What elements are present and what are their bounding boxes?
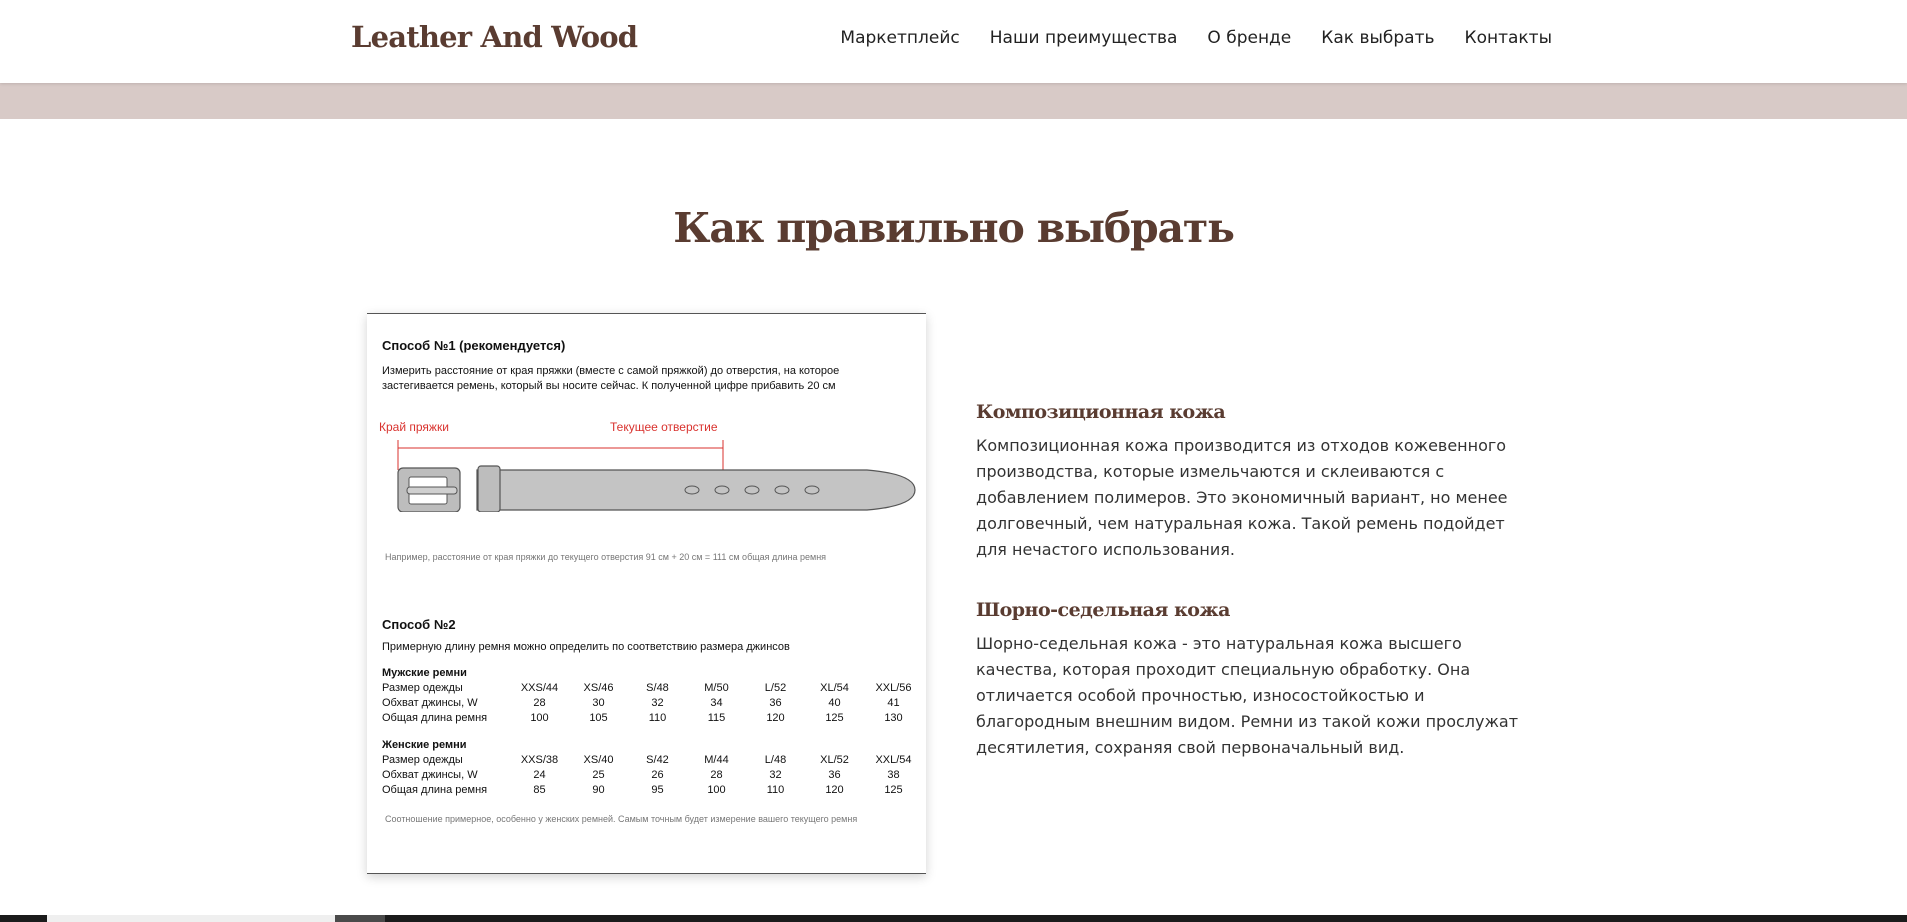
- nav-advantages[interactable]: Наши преимущества: [990, 28, 1178, 48]
- women-table-caption: Женские ремни: [382, 738, 467, 751]
- men-size-table: Мужские ремни Размер одежды XXS/44 XS/46…: [382, 665, 923, 725]
- header-band: [0, 83, 1907, 119]
- material-saddle-title: Шорно-седельная кожа: [976, 599, 1230, 621]
- table-row: Обхват джинсы, W 28 30 32 34 36 40 41: [382, 696, 900, 709]
- table-row: Размер одежды XXS/38 XS/40 S/42 M/44 L/4…: [382, 753, 912, 766]
- table-row: Общая длина ремня 100 105 110 115 120 12…: [382, 711, 903, 724]
- men-table-caption: Мужские ремни: [382, 666, 467, 679]
- material-saddle-text: Шорно-седельная кожа - это натуральная к…: [976, 634, 1519, 757]
- nav-contacts[interactable]: Контакты: [1465, 28, 1553, 48]
- material-composite-title: Композиционная кожа: [976, 401, 1226, 423]
- belt-strap: [476, 469, 916, 511]
- nav-how-to-choose[interactable]: Как выбрать: [1321, 28, 1434, 48]
- women-size-table: Женские ремни Размер одежды XXS/38 XS/40…: [382, 737, 923, 797]
- belt-diagram: [397, 440, 916, 512]
- main-nav: Маркетплейс Наши преимущества О бренде К…: [840, 28, 1552, 48]
- method1-title: Способ №1 (рекомендуется): [382, 338, 566, 353]
- guide-footnote: Соотношение примерное, особенно у женски…: [385, 814, 858, 824]
- table-row: Обхват джинсы, W 24 25 26 28 32 36 38: [382, 768, 900, 781]
- method2-text: Примерную длину ремня можно определить п…: [382, 641, 790, 653]
- size-guide-image: Способ №1 (рекомендуется) Измерить расст…: [367, 313, 926, 874]
- table-row: Размер одежды XXS/44 XS/46 S/48 M/50 L/5…: [382, 681, 912, 694]
- belt-keeper: [477, 465, 501, 512]
- site-header: Leather And Wood Маркетплейс Наши преиму…: [0, 0, 1907, 83]
- material-saddle: Шорно-седельная кожа Шорно-седельная кож…: [976, 599, 1536, 761]
- example-note: Например, расстояние от края пряжки до т…: [385, 552, 827, 562]
- material-composite-text: Композиционная кожа производится из отхо…: [976, 436, 1508, 559]
- method2-title: Способ №2: [382, 617, 456, 632]
- nav-about-brand[interactable]: О бренде: [1207, 28, 1291, 48]
- method1-text: Измерить расстояние от края пряжки (вмес…: [382, 365, 840, 392]
- footer-bar: [0, 915, 1907, 922]
- nav-marketplace[interactable]: Маркетплейс: [840, 28, 959, 48]
- brand-logo[interactable]: Leather And Wood: [351, 20, 638, 54]
- section-title: Как правильно выбрать: [673, 204, 1235, 252]
- table-row: Общая длина ремня 85 90 95 100 110 120 1…: [382, 783, 903, 796]
- material-composite: Композиционная кожа Композиционная кожа …: [976, 401, 1536, 563]
